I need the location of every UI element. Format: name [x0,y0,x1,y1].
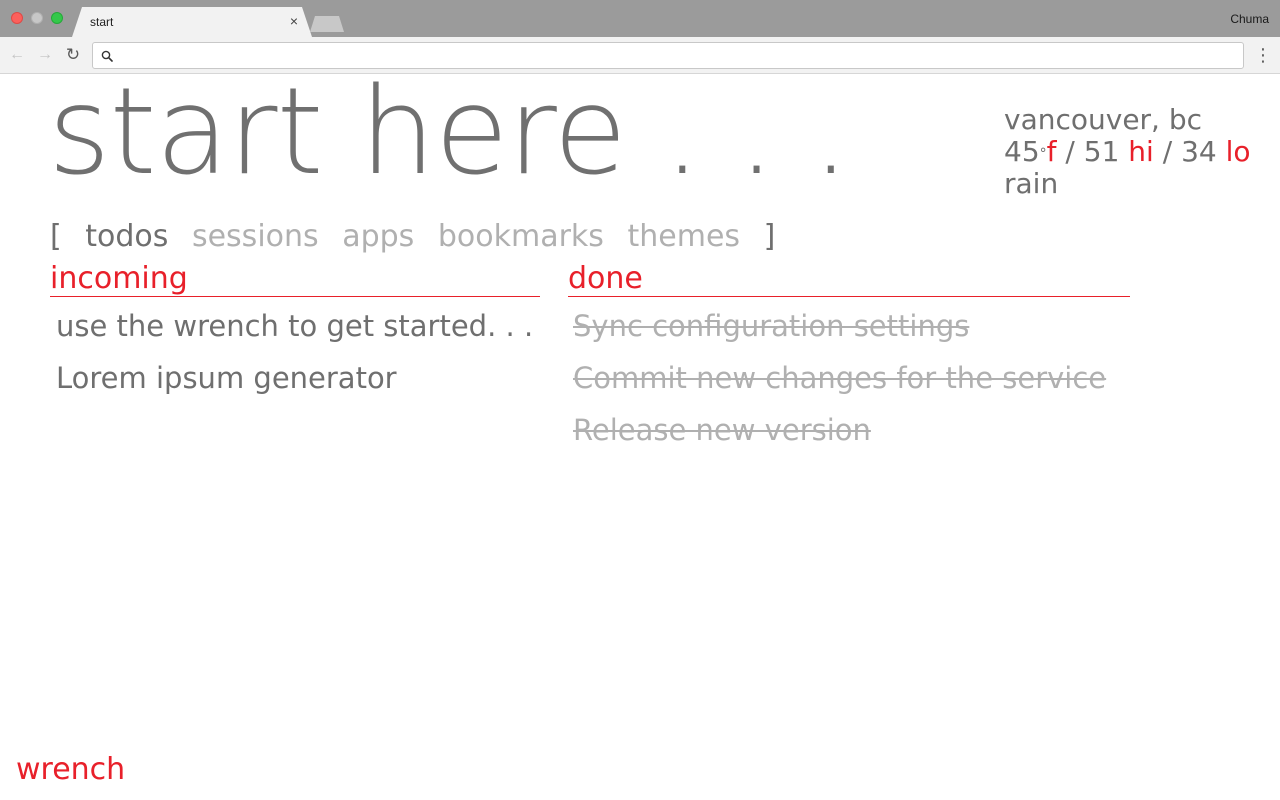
incoming-heading: incoming [50,262,540,297]
weather-high-label: hi [1128,135,1154,168]
weather-low-label: lo [1225,135,1251,168]
back-arrow-icon[interactable]: ← [6,44,28,66]
start-page: start here . . . vancouver, bc 45°f / 51… [0,68,1280,800]
weather-separator: / [1162,135,1173,168]
section-nav: [ todos sessions apps bookmarks themes ] [50,219,789,254]
profile-name[interactable]: Chuma [1230,12,1269,26]
done-heading: done [568,262,1130,297]
weather-widget: vancouver, bc 45°f / 51 hi / 34 lo rain [1004,104,1251,200]
tab-themes[interactable]: themes [627,219,740,254]
browser-menu-icon[interactable]: ⋮ [1254,45,1272,65]
weather-location: vancouver, bc [1004,103,1203,136]
wrench-settings-button[interactable]: wrench [16,752,125,787]
tab-apps[interactable]: apps [342,219,414,254]
weather-high: 51 [1083,135,1120,168]
browser-titlebar: start × Chuma [0,0,1280,37]
nav-open-bracket: [ [50,219,62,254]
temp-unit[interactable]: f [1047,135,1057,168]
degree-symbol: ° [1039,146,1047,162]
browser-tab-start[interactable]: start × [72,7,312,37]
new-tab-button[interactable] [310,16,344,32]
done-todo-item[interactable]: Release new version [573,404,1106,456]
weather-temperatures: 45°f / 51 hi / 34 lo [1004,136,1251,168]
search-icon [101,50,113,62]
weather-separator: / [1065,135,1075,168]
done-list: Sync configuration settings Commit new c… [573,300,1106,456]
weather-low: 34 [1181,135,1217,168]
close-window-button[interactable] [11,12,23,24]
done-todo-item[interactable]: Commit new changes for the service [573,352,1106,404]
nav-close-bracket: ] [763,219,776,254]
maximize-window-button[interactable] [51,12,63,24]
incoming-todo-item[interactable]: Lorem ipsum generator [56,352,533,404]
page-title: start here . . . [48,63,850,202]
tab-sessions[interactable]: sessions [192,219,319,254]
incoming-list: use the wrench to get started. . . Lorem… [56,300,533,404]
tab-todos[interactable]: todos [85,219,168,254]
done-todo-item[interactable]: Sync configuration settings [573,300,1106,352]
tab-close-icon[interactable]: × [290,13,298,29]
tab-title: start [90,15,114,29]
weather-temp: 45 [1004,135,1040,168]
minimize-window-button[interactable] [31,12,43,24]
weather-condition: rain [1004,167,1059,200]
tab-bookmarks[interactable]: bookmarks [438,219,604,254]
incoming-todo-item[interactable]: use the wrench to get started. . . [56,300,533,352]
